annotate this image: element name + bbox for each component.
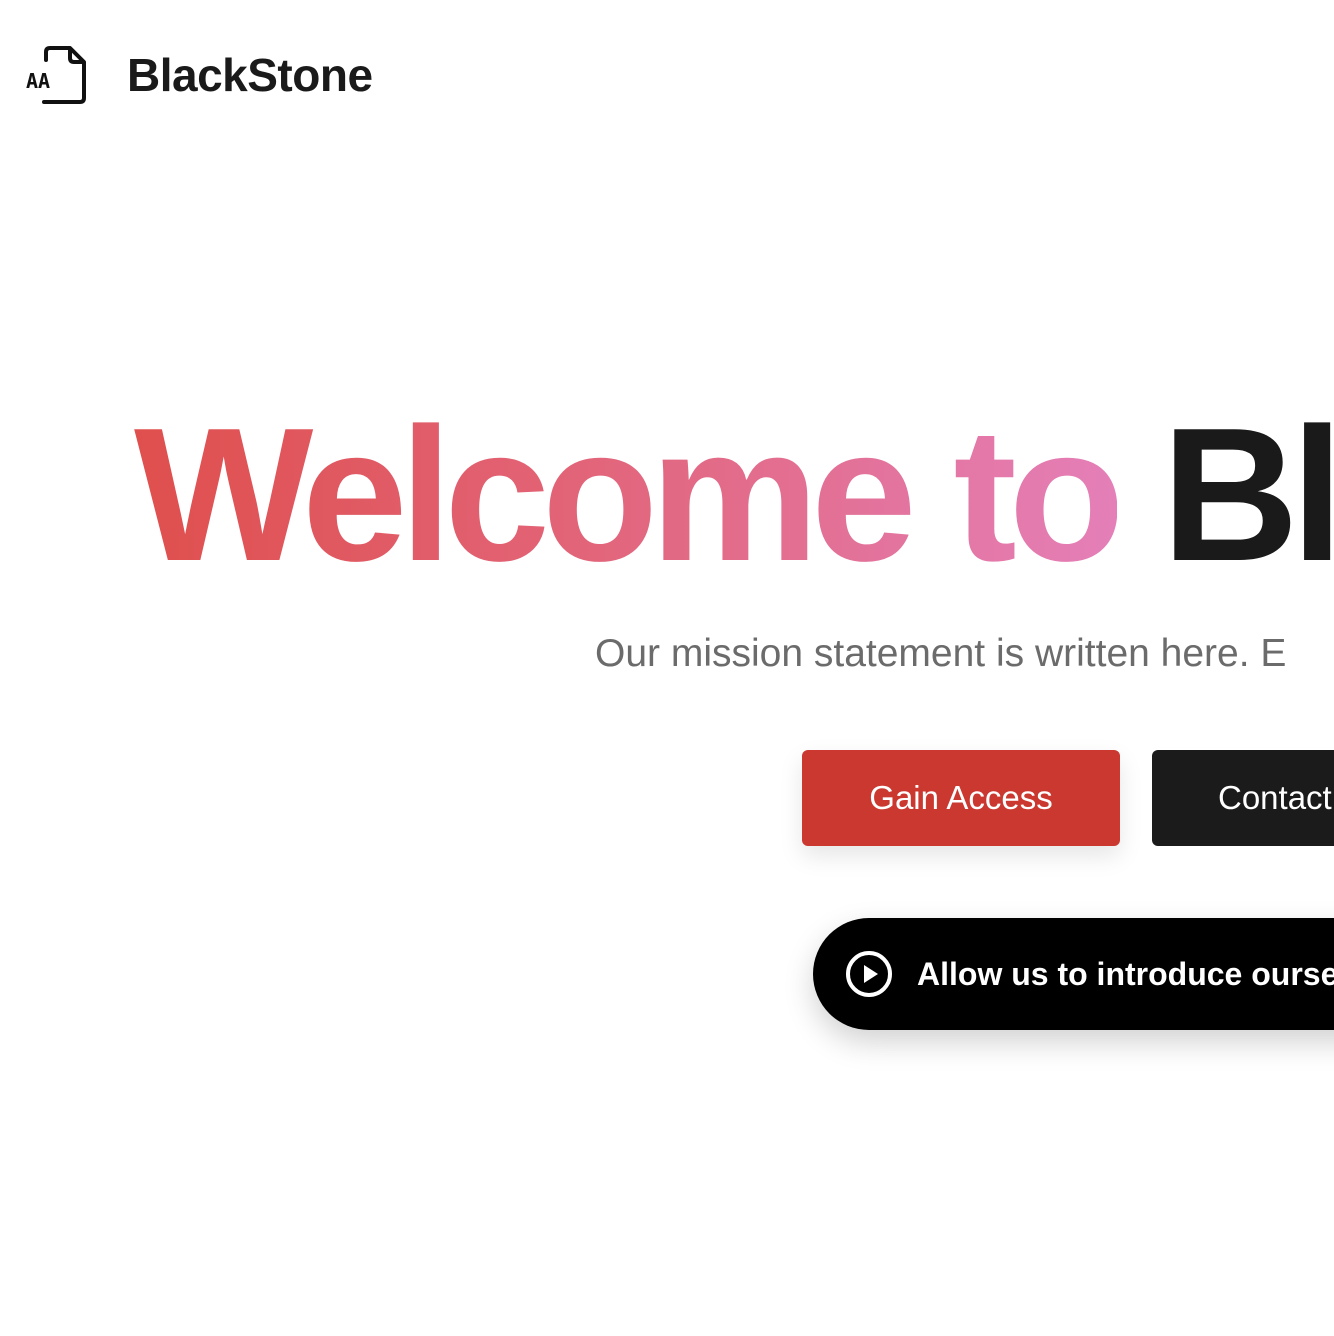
mission-statement: Our mission statement is written here. E [595,632,1287,675]
contact-button[interactable]: Contact [1152,750,1334,846]
intro-video-button[interactable]: Allow us to introduce ourse [813,918,1334,1030]
site-header: AA BlackStone [24,42,373,108]
landing-page: AA BlackStone Welcome to Bla Our mission… [0,0,1334,1336]
hero-title-brand: Bla [1161,389,1334,601]
hero-title-highlight: Welcome to [134,389,1125,601]
intro-video-label: Allow us to introduce ourse [917,955,1334,992]
brand-name[interactable]: BlackStone [127,48,373,102]
logo-icon-text: AA [26,69,50,93]
hero-title: Welcome to Bla [134,400,1334,590]
gain-access-button[interactable]: Gain Access [802,750,1120,846]
font-file-icon[interactable]: AA [24,42,90,108]
play-circle-icon [845,950,893,998]
